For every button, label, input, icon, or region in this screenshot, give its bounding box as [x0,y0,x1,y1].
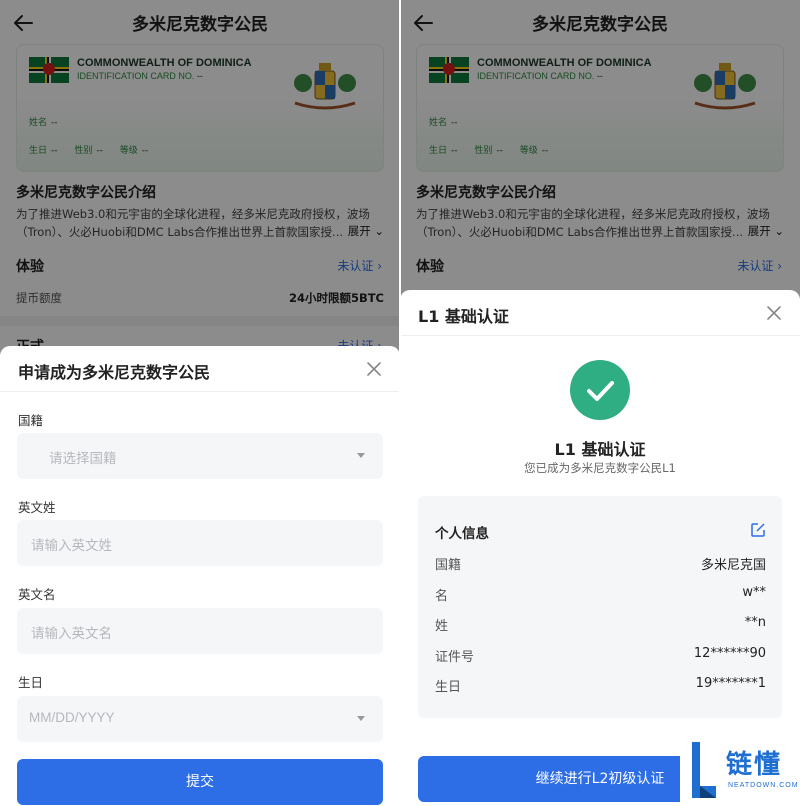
surname-input[interactable]: 请输入英文姓 [17,520,383,566]
apply-sheet-title: 申请成为多米尼克数字公民 [18,363,211,382]
logo-mark-icon [692,742,716,798]
info-row: 国籍 多米尼克国 [435,558,766,573]
l1-sheet: L1 基础认证 L1 基础认证 您已成为多米尼克数字公民L1 个人信息 国籍 多米… [400,290,800,806]
left-screen: 多米尼克数字公民 COMMONWEALTH OF DOMINICA IDENTI… [0,0,400,806]
nationality-select[interactable]: 请选择国籍 [17,433,383,479]
given-name-placeholder: 请输入英文名 [31,626,112,642]
info-row: 姓 **n [435,615,766,634]
success-subtitle: 您已成为多米尼克数字公民L1 [524,461,676,475]
screen-divider [399,0,401,806]
close-icon[interactable] [766,305,782,321]
right-screen: 多米尼克数字公民 COMMONWEALTH OF DOMINICA IDENTI… [400,0,800,806]
info-row: 名 w** [435,585,766,604]
l1-sheet-title: L1 基础认证 [418,307,509,326]
watermark-brand: 链懂 [726,750,783,780]
success-badge [570,360,630,420]
info-row: 证件号 12******90 [435,646,766,665]
edit-icon[interactable] [750,522,766,538]
watermark-logo: 链懂 NEATDOWN.COM [680,736,800,806]
given-name-label: 英文名 [18,587,56,602]
given-name-input[interactable]: 请输入英文名 [17,608,383,654]
l1-sheet-header: L1 基础认证 [400,290,800,336]
dropdown-caret-icon [357,453,365,458]
birthday-placeholder: MM/DD/YYYY [29,710,115,725]
nationality-placeholder: 请选择国籍 [49,451,117,467]
birthday-select[interactable]: MM/DD/YYYY [17,696,383,742]
submit-button[interactable]: 提交 [17,759,383,805]
personal-info-card: 个人信息 国籍 多米尼克国 名 w** 姓 **n 证件号 12******90 生日 1… [418,496,782,718]
birthday-label: 生日 [18,675,44,690]
apply-sheet: 申请成为多米尼克数字公民 国籍 请选择国籍 英文姓 请输入英文姓 英文名 请输入… [0,346,400,806]
check-icon [587,381,614,401]
watermark-site: NEATDOWN.COM [728,782,799,789]
info-row: 生日 19*******1 [435,676,766,695]
dropdown-caret-icon [357,716,365,721]
apply-sheet-header: 申请成为多米尼克数字公民 [0,346,400,392]
success-title: L1 基础认证 [554,440,646,459]
personal-info-title: 个人信息 [435,526,489,542]
close-icon[interactable] [366,361,382,377]
surname-label: 英文姓 [18,500,56,515]
surname-placeholder: 请输入英文姓 [31,538,112,554]
nationality-label: 国籍 [18,413,44,428]
